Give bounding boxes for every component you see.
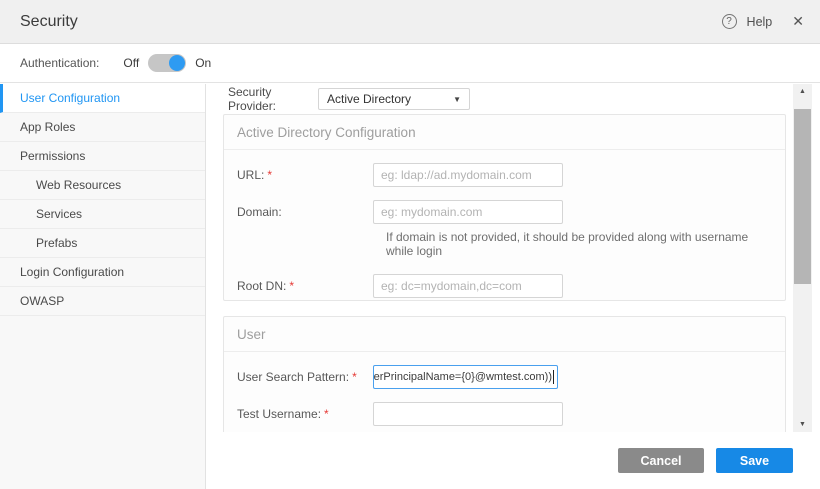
scroll-down-icon[interactable]: ▼ — [793, 417, 812, 432]
help-link[interactable]: Help — [747, 15, 773, 29]
domain-input[interactable] — [373, 200, 563, 224]
security-provider-value: Active Directory — [327, 92, 411, 106]
toggle-off-label: Off — [123, 56, 139, 70]
page-title: Security — [20, 13, 78, 31]
cancel-button[interactable]: Cancel — [618, 448, 704, 473]
chevron-down-icon: ▼ — [453, 95, 461, 104]
domain-label: Domain: — [237, 205, 373, 219]
sidebar-item-owasp[interactable]: OWASP — [0, 287, 205, 316]
root-dn-field-row: Root DN:* — [237, 274, 771, 298]
scrollbar-thumb[interactable] — [794, 109, 811, 284]
security-provider-label: Security Provider: — [228, 85, 318, 113]
required-asterisk: * — [289, 279, 294, 293]
required-asterisk: * — [324, 407, 329, 421]
user-section: User User Search Pattern:* (userPrincipa… — [223, 316, 786, 432]
authentication-label: Authentication: — [20, 56, 99, 70]
sidebar-item-prefabs[interactable]: Prefabs — [0, 229, 205, 258]
url-input[interactable] — [373, 163, 563, 187]
section-title-user: User — [224, 317, 785, 352]
user-search-pattern-input[interactable]: (userPrincipalName={0}@wmtest.com)) — [373, 365, 558, 389]
window-header: Security ? Help ✕ — [0, 0, 820, 44]
user-search-pattern-row: User Search Pattern:* (userPrincipalName… — [237, 365, 771, 389]
settings-sidebar: User Configuration App Roles Permissions… — [0, 84, 206, 489]
active-directory-configuration-section: Active Directory Configuration URL:* Dom… — [223, 114, 786, 301]
toggle-on-label: On — [195, 56, 211, 70]
scroll-viewport: Security Provider: Active Directory ▼ Ac… — [206, 84, 793, 432]
required-asterisk: * — [352, 370, 357, 384]
close-icon[interactable]: ✕ — [792, 13, 804, 30]
url-label: URL:* — [237, 168, 373, 182]
save-button[interactable]: Save — [716, 448, 793, 473]
url-field-row: URL:* — [237, 163, 771, 187]
content-panel: Security Provider: Active Directory ▼ Ac… — [206, 84, 820, 489]
action-footer: Cancel Save — [206, 432, 820, 489]
required-asterisk: * — [267, 168, 272, 182]
sidebar-item-web-resources[interactable]: Web Resources — [0, 171, 205, 200]
sidebar-item-permissions[interactable]: Permissions — [0, 142, 205, 171]
root-dn-label: Root DN:* — [237, 279, 373, 293]
authentication-bar: Authentication: Off On — [0, 44, 820, 83]
user-search-pattern-label: User Search Pattern:* — [237, 370, 373, 384]
security-provider-select[interactable]: Active Directory ▼ — [318, 88, 470, 110]
help-icon[interactable]: ? — [722, 14, 737, 29]
test-username-label: Test Username:* — [237, 407, 373, 421]
test-username-row: Test Username:* — [237, 402, 771, 426]
sidebar-item-user-configuration[interactable]: User Configuration — [0, 84, 205, 113]
authentication-toggle[interactable] — [148, 54, 186, 72]
sidebar-item-login-configuration[interactable]: Login Configuration — [0, 258, 205, 287]
section-title-ad: Active Directory Configuration — [224, 115, 785, 150]
security-provider-row: Security Provider: Active Directory ▼ — [228, 86, 793, 112]
sidebar-item-services[interactable]: Services — [0, 200, 205, 229]
domain-field-row: Domain: — [237, 200, 771, 224]
toggle-knob — [169, 55, 185, 71]
domain-help-text: If domain is not provided, it should be … — [386, 230, 771, 258]
test-username-input[interactable] — [373, 402, 563, 426]
vertical-scrollbar[interactable]: ▲ ▼ — [793, 84, 812, 432]
user-search-pattern-value: (userPrincipalName={0}@wmtest.com)) — [373, 371, 552, 383]
scroll-up-icon[interactable]: ▲ — [793, 84, 812, 99]
sidebar-item-app-roles[interactable]: App Roles — [0, 113, 205, 142]
text-cursor — [553, 370, 554, 384]
root-dn-input[interactable] — [373, 274, 563, 298]
